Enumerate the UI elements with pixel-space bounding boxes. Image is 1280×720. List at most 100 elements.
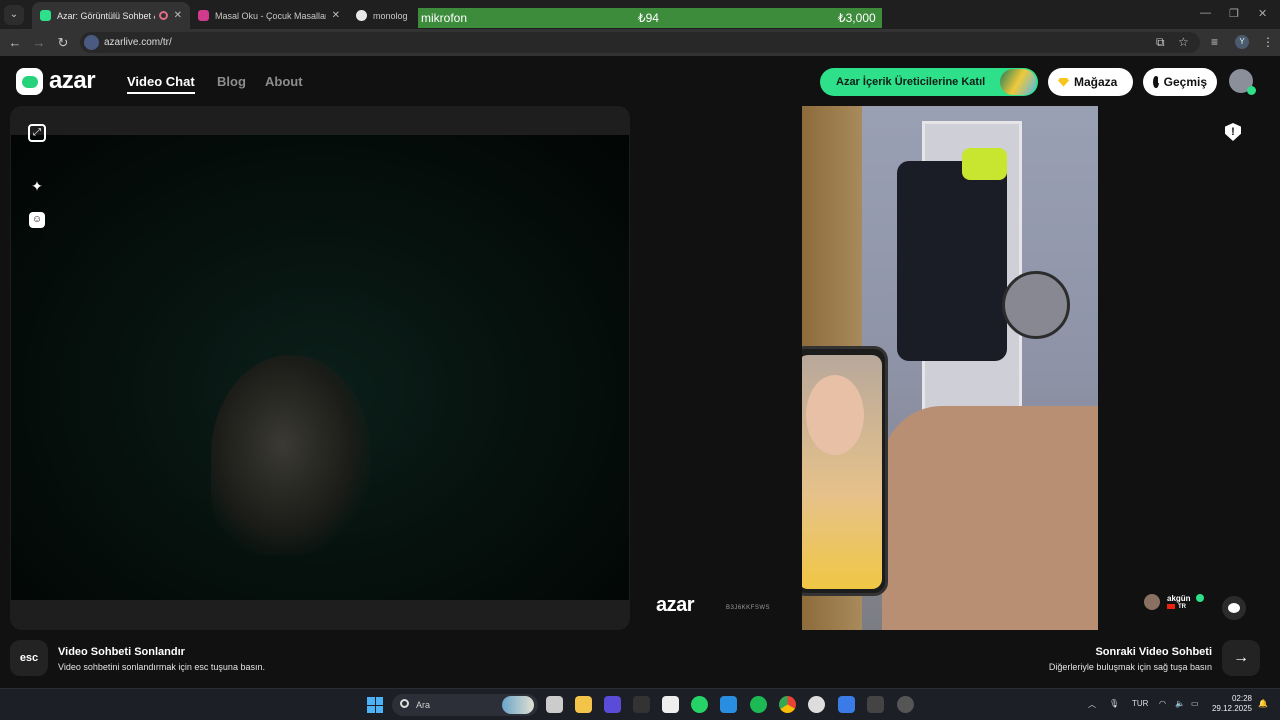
windows-start-icon[interactable] — [367, 697, 383, 713]
expand-icon[interactable]: ⤢ — [28, 124, 46, 142]
tab-close-icon[interactable]: ✕ — [332, 10, 340, 21]
taskbar-search-placeholder: Ara — [416, 700, 431, 710]
tab-search-icon[interactable]: ⌄ — [4, 4, 24, 25]
join-creators-label: Azar İçerik Üreticilerine Katıl — [836, 76, 986, 88]
azar-logo-text[interactable]: azar — [49, 67, 96, 95]
window-close-icon[interactable]: ✕ — [1258, 7, 1267, 20]
overlay-value-left: ₺94 — [638, 11, 659, 25]
notion-icon[interactable] — [662, 696, 679, 713]
nav-about[interactable]: About — [265, 74, 303, 89]
peer-name[interactable]: akgün — [1167, 594, 1191, 603]
overlay-label: mikrofon — [421, 11, 468, 25]
profile-avatar-icon[interactable]: Y — [1235, 35, 1249, 49]
tab-title: monolog ne de — [373, 10, 410, 21]
volume-icon[interactable]: 🔈 — [1175, 699, 1185, 708]
face-filter-icon[interactable]: ☺ — [29, 212, 45, 228]
yellow-cloth-image — [962, 148, 1007, 180]
browser-menu-icon[interactable]: ⋮ — [1262, 35, 1274, 49]
back-icon[interactable]: ← — [3, 35, 27, 50]
browser-toolbar: ← → ↻ azarlive.com/tr/ ⧉ ☆ ≡ Y ⋮ — [0, 29, 1280, 56]
install-app-icon[interactable]: ⧉ — [1156, 35, 1165, 50]
language-indicator[interactable]: TUR — [1132, 699, 1148, 708]
whatsapp-icon[interactable] — [691, 696, 708, 713]
google-favicon-icon — [356, 10, 367, 21]
watermark-id: B3J6KKFSWS — [726, 605, 771, 611]
nav-blog[interactable]: Blog — [217, 74, 246, 89]
notification-bell-icon[interactable]: 🔔 — [1258, 699, 1268, 708]
masal-favicon-icon — [198, 10, 209, 21]
recording-icon — [158, 11, 168, 20]
join-creators-button[interactable]: Azar İçerik Üreticilerine Katıl — [820, 68, 1038, 96]
sparkle-effects-icon[interactable]: ✦ — [28, 177, 46, 195]
reload-icon[interactable]: ↻ — [51, 35, 75, 51]
microphone-icon[interactable]: 🎙 — [1109, 699, 1119, 708]
watermark-logo: azar — [656, 594, 695, 616]
tab-monolog[interactable]: monolog ne de — [348, 2, 418, 29]
self-video-panel: ⤢ ✦ ☺ — [10, 106, 630, 630]
chat-bubble-icon[interactable] — [1222, 596, 1246, 620]
history-button[interactable]: Geçmiş — [1143, 68, 1217, 96]
user-avatar[interactable] — [1229, 69, 1256, 95]
site-info-icon[interactable] — [84, 35, 99, 50]
nav-video-chat[interactable]: Video Chat — [127, 74, 195, 89]
tab-title: Azar: Görüntülü Sohbet & Vi — [57, 10, 155, 21]
clock-icon — [1153, 76, 1160, 88]
app-red-badge-icon[interactable] — [897, 696, 914, 713]
peer-video-panel: ! azar B3J6KKFSWS akgün TR — [640, 106, 1270, 630]
tab-masal[interactable]: Masal Oku - Çocuk Masalları - M ✕ — [190, 2, 348, 29]
chrome-icon[interactable] — [779, 696, 796, 713]
history-label: Geçmiş — [1163, 75, 1207, 89]
verified-badge-icon — [1196, 594, 1204, 602]
task-view-icon[interactable] — [546, 696, 563, 713]
address-bar[interactable]: azarlive.com/tr/ — [80, 32, 1200, 53]
chatgpt-icon[interactable] — [808, 696, 825, 713]
report-shield-icon[interactable]: ! — [1225, 123, 1241, 141]
app-box-icon[interactable] — [867, 696, 884, 713]
app-purple-icon[interactable] — [604, 696, 621, 713]
search-icon — [400, 699, 409, 708]
next-chat-description: Diğerleriyle buluşmak için sağ tuşa bası… — [1048, 662, 1212, 672]
store-button[interactable]: Mağaza — [1048, 68, 1133, 96]
turkey-flag-icon — [1167, 604, 1175, 609]
wifi-icon[interactable]: ◠ — [1159, 699, 1166, 708]
tab-azar[interactable]: Azar: Görüntülü Sohbet & Vi ✕ — [32, 2, 190, 29]
bookmark-star-icon[interactable]: ☆ — [1178, 35, 1189, 49]
azar-favicon-icon — [40, 10, 51, 21]
store-label: Mağaza — [1074, 75, 1118, 89]
end-chat-title: Video Sohbeti Sonlandır — [58, 646, 185, 658]
taskbar-clock[interactable]: 02:28 29.12.2025 — [1210, 694, 1252, 714]
diamond-icon — [1058, 77, 1069, 87]
jacket-image — [897, 161, 1007, 361]
maximize-icon[interactable]: ❐ — [1229, 7, 1239, 20]
azar-logo-icon[interactable] — [16, 68, 43, 95]
apple-tv-icon[interactable] — [633, 696, 650, 713]
windows-taskbar: Ara ︿ 🎙 TUR ◠ 🔈 ▭ 02:28 29.12.2025 🔔 — [0, 688, 1280, 720]
url-text: azarlive.com/tr/ — [104, 37, 172, 48]
end-chat-description: Video sohbetini sonlandırmak için esc tu… — [58, 662, 265, 672]
reading-list-icon[interactable]: ≡ — [1211, 35, 1218, 49]
peer-country: TR — [1167, 604, 1186, 610]
battery-icon[interactable]: ▭ — [1191, 699, 1199, 708]
taskbar-search[interactable]: Ara — [392, 694, 538, 716]
tab-close-icon[interactable]: ✕ — [174, 10, 182, 21]
forward-icon[interactable]: → — [27, 35, 51, 50]
file-explorer-icon[interactable] — [575, 696, 592, 713]
fan-image — [1002, 271, 1070, 339]
azar-site: azar Video Chat Blog About Azar İçerik Ü… — [0, 56, 1280, 688]
overlay-value-right: ₺3,000 — [838, 11, 876, 25]
nav-active-underline — [127, 92, 195, 94]
minimize-icon[interactable]: — — [1200, 7, 1211, 19]
donation-overlay-bar: mikrofon ₺94 ₺3,000 — [418, 8, 882, 28]
search-highlight-icon — [502, 696, 534, 714]
vscode-icon[interactable] — [720, 696, 737, 713]
todo-check-icon[interactable] — [838, 696, 855, 713]
phone-image — [802, 346, 888, 596]
next-arrow-button[interactable]: → — [1222, 640, 1260, 676]
tab-title: Masal Oku - Çocuk Masalları - M — [215, 10, 326, 21]
clock-time: 02:28 — [1231, 694, 1252, 703]
spotify-icon[interactable] — [750, 696, 767, 713]
esc-key-button[interactable]: esc — [10, 640, 48, 676]
tray-chevron-icon[interactable]: ︿ — [1088, 699, 1096, 710]
peer-avatar[interactable] — [1144, 594, 1160, 610]
self-video — [11, 135, 629, 600]
